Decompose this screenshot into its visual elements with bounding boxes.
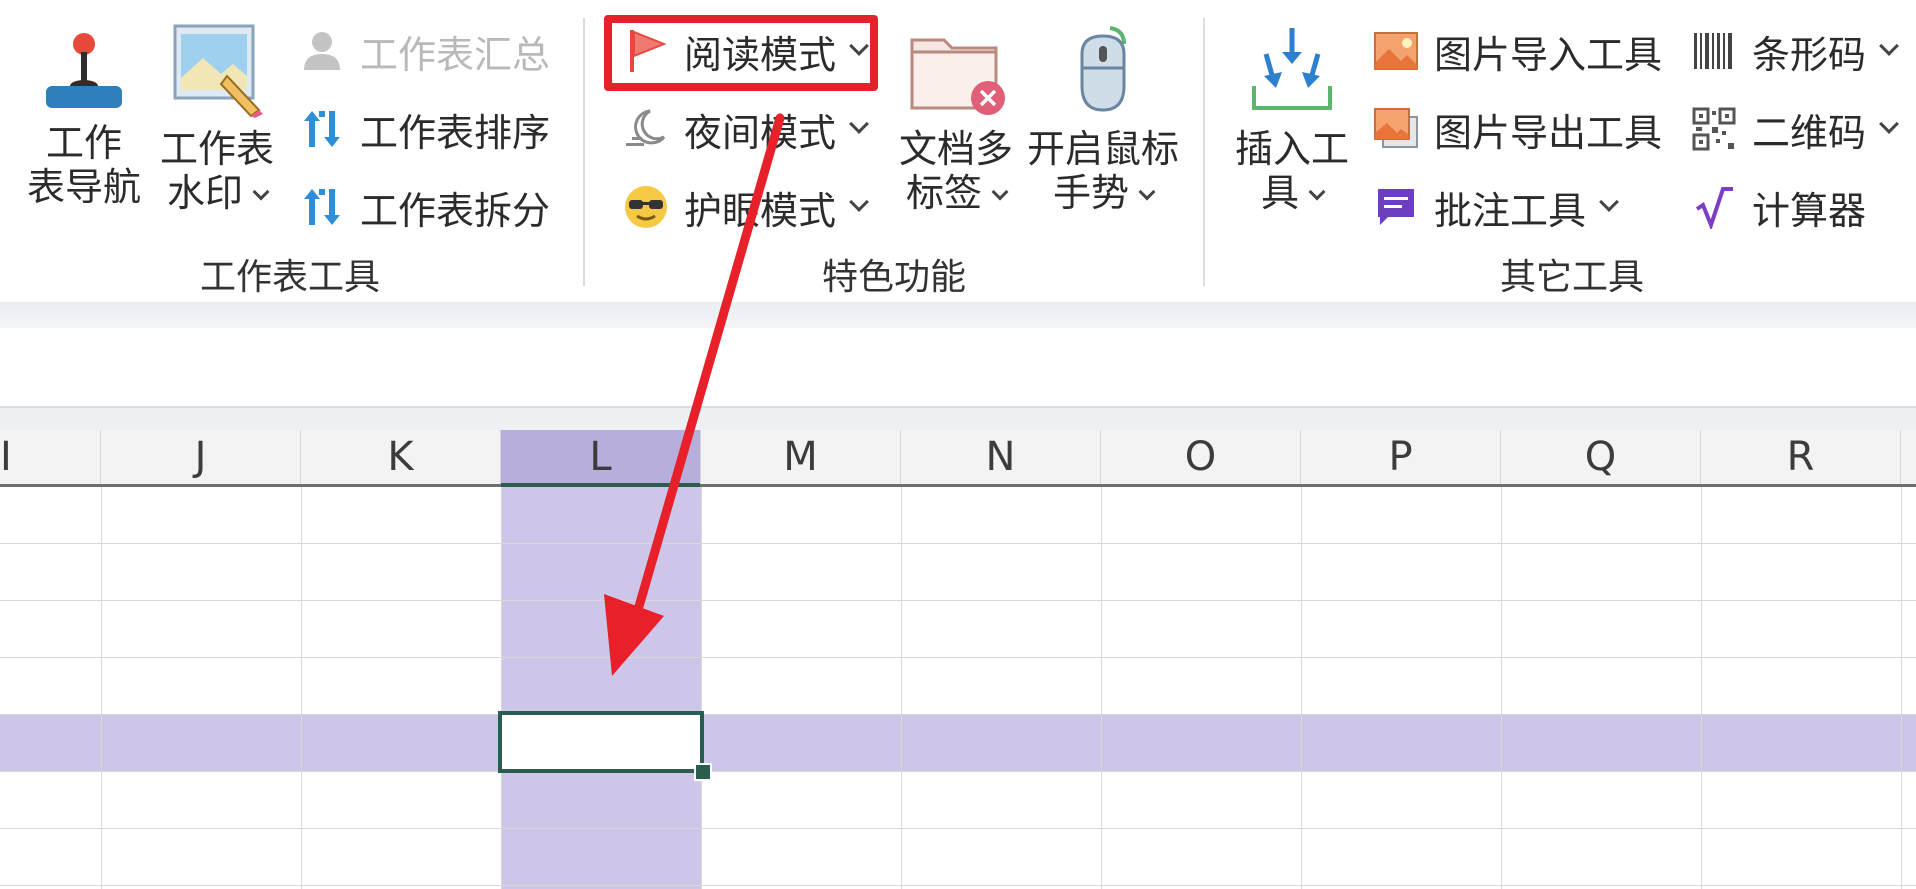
annotation-arrow (604, 113, 785, 676)
